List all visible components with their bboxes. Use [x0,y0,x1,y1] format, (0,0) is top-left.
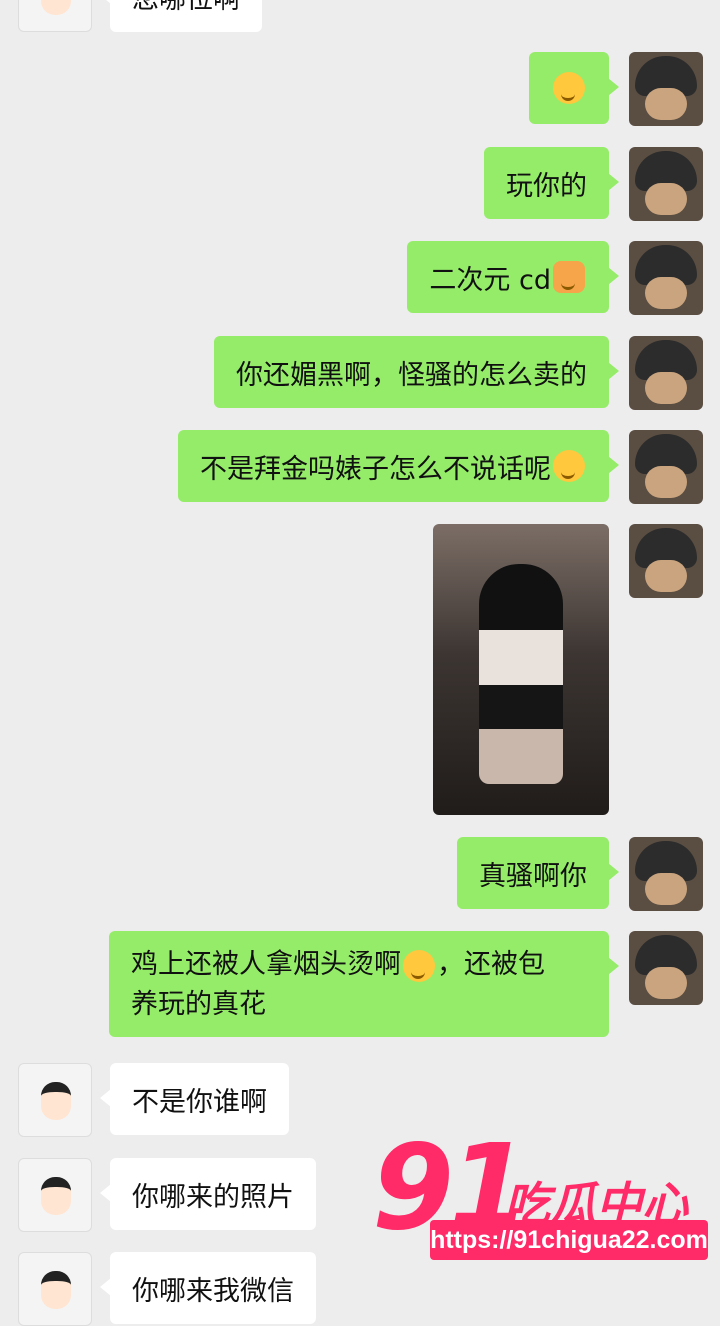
message-sent[interactable]: 玩你的 [484,147,619,219]
avatar-face [41,1177,71,1215]
message-sent[interactable]: 不是拜金吗婊子怎么不说话呢 [178,430,619,502]
message-received[interactable]: 不是你谁啊 [100,1063,289,1135]
avatar[interactable] [629,52,703,126]
thinking-face-emoji-icon [403,949,435,982]
avatar[interactable] [18,1158,92,1232]
message-text: 真骚啊你 [479,860,587,892]
message-sent[interactable]: 二次元 cd [407,241,619,313]
muzzle [645,183,687,215]
avatar[interactable] [629,147,703,221]
message-text: 鸡上还被人拿烟头烫啊 ，还被包 养玩的真花 [131,945,545,1025]
muzzle [645,873,687,905]
message-text: 你还媚黑啊，怪骚的怎么卖的 [236,359,587,391]
message-text: 不是你谁啊 [132,1086,267,1118]
avatar[interactable] [18,0,92,32]
muzzle [645,967,687,999]
message-text: 你哪来的照片 [132,1181,294,1213]
message-text: 二次元 cd [429,264,551,296]
muzzle [645,372,687,404]
message-text: 你哪来我微信 [132,1275,294,1307]
image-content [479,564,563,784]
watermark-url: https://91chigua22.com [430,1220,708,1260]
message-sent[interactable] [529,52,619,124]
avatar-face [41,1271,71,1309]
muzzle [645,277,687,309]
avatar-face [41,1082,71,1120]
cat-face-emoji-icon [553,261,585,293]
message-text: 玩你的 [506,170,587,202]
message-image[interactable] [433,524,609,815]
message-sent[interactable]: 你还媚黑啊，怪骚的怎么卖的 [214,336,619,408]
message-text: 您哪位啊 [132,0,240,16]
muzzle [645,466,687,498]
message-text: 不是拜金吗婊子怎么不说话呢 [200,453,551,485]
avatar[interactable] [629,837,703,911]
watermark-logo: 91 吃瓜中心 https://91chigua22.com [372,1128,710,1268]
avatar[interactable] [629,336,703,410]
avatar[interactable] [629,430,703,504]
message-sent[interactable]: 真骚啊你 [457,837,619,909]
muzzle [645,88,687,120]
message-text-line2: 养玩的真花 [131,989,266,1020]
muzzle [645,560,687,592]
message-received[interactable]: 你哪来的照片 [100,1158,316,1230]
avatar[interactable] [629,241,703,315]
avatar[interactable] [629,931,703,1005]
avatar[interactable] [629,524,703,598]
message-text-line1-tail: ，还被包 [437,949,545,980]
avatar-face [41,0,71,15]
message-received[interactable]: 您哪位啊 [100,0,262,32]
message-sent[interactable]: 鸡上还被人拿烟头烫啊 ，还被包 养玩的真花 [109,931,619,1037]
thinking-face-emoji-icon [553,72,585,104]
message-text-line1: 鸡上还被人拿烟头烫啊 [131,949,401,980]
avatar[interactable] [18,1063,92,1137]
avatar[interactable] [18,1252,92,1326]
thinking-face-emoji-icon [553,450,585,482]
message-received[interactable]: 你哪来我微信 [100,1252,316,1324]
